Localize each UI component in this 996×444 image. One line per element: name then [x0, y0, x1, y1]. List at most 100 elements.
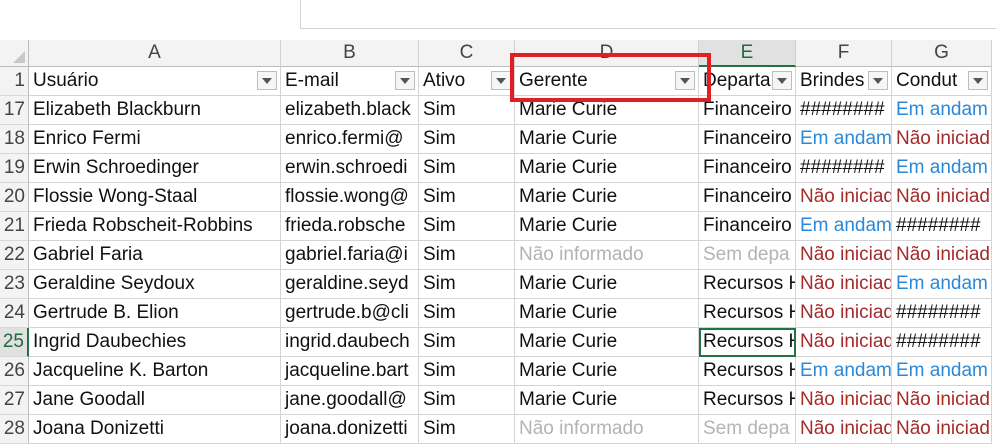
filter-dropdown-icon[interactable]	[968, 71, 988, 90]
header-cell-g[interactable]: Condut	[892, 67, 992, 96]
header-cell-e[interactable]: Departa	[699, 67, 796, 96]
row-header-22[interactable]: 22	[0, 241, 29, 270]
row-header-26[interactable]: 26	[0, 357, 29, 386]
cell-g20[interactable]: Não iniciad	[892, 183, 992, 212]
cell-b18[interactable]: enrico.fermi@	[281, 125, 419, 154]
cell-a21[interactable]: Frieda Robscheit-Robbins	[29, 212, 281, 241]
cell-f25[interactable]: Não iniciad	[796, 328, 892, 357]
row-header-24[interactable]: 24	[0, 299, 29, 328]
cell-b20[interactable]: flossie.wong@	[281, 183, 419, 212]
cell-a23[interactable]: Geraldine Seydoux	[29, 270, 281, 299]
cell-e18[interactable]: Financeiro	[699, 125, 796, 154]
cell-c23[interactable]: Sim	[419, 270, 515, 299]
cell-g23[interactable]: Em andam	[892, 270, 992, 299]
cell-a22[interactable]: Gabriel Faria	[29, 241, 281, 270]
cell-g25[interactable]: ########	[892, 328, 992, 357]
cell-d24[interactable]: Marie Curie	[515, 299, 699, 328]
cell-a20[interactable]: Flossie Wong-Staal	[29, 183, 281, 212]
cell-g21[interactable]: ########	[892, 212, 992, 241]
cell-c24[interactable]: Sim	[419, 299, 515, 328]
row-header-18[interactable]: 18	[0, 125, 29, 154]
column-header-g[interactable]: G	[892, 40, 992, 67]
row-header-23[interactable]: 23	[0, 270, 29, 299]
header-cell-f[interactable]: Brindes	[796, 67, 892, 96]
cell-b25[interactable]: ingrid.daubech	[281, 328, 419, 357]
row-header-25[interactable]: 25	[0, 328, 29, 357]
cell-b24[interactable]: gertrude.b@cli	[281, 299, 419, 328]
cell-a26[interactable]: Jacqueline K. Barton	[29, 357, 281, 386]
filter-dropdown-icon[interactable]	[395, 71, 415, 90]
cell-c27[interactable]: Sim	[419, 386, 515, 415]
cell-d21[interactable]: Marie Curie	[515, 212, 699, 241]
column-header-c[interactable]: C	[419, 40, 515, 67]
cell-g27[interactable]: Não iniciad	[892, 386, 992, 415]
cell-d25[interactable]: Marie Curie	[515, 328, 699, 357]
filter-dropdown-icon[interactable]	[868, 71, 888, 90]
cell-b17[interactable]: elizabeth.black	[281, 96, 419, 125]
cell-e24[interactable]: Recursos H	[699, 299, 796, 328]
cell-b19[interactable]: erwin.schroedi	[281, 154, 419, 183]
row-header-17[interactable]: 17	[0, 96, 29, 125]
cell-e22[interactable]: Sem depa	[699, 241, 796, 270]
cell-f20[interactable]: Não iniciad	[796, 183, 892, 212]
cell-c25[interactable]: Sim	[419, 328, 515, 357]
cell-f19[interactable]: ########	[796, 154, 892, 183]
cell-f27[interactable]: Não iniciad	[796, 386, 892, 415]
column-header-e[interactable]: E	[699, 40, 796, 67]
cell-d22[interactable]: Não informado	[515, 241, 699, 270]
cell-b21[interactable]: frieda.robsche	[281, 212, 419, 241]
cell-d28[interactable]: Não informado	[515, 415, 699, 444]
cell-a27[interactable]: Jane Goodall	[29, 386, 281, 415]
cell-a28[interactable]: Joana Donizetti	[29, 415, 281, 444]
header-cell-a[interactable]: Usuário	[29, 67, 281, 96]
cell-e26[interactable]: Recursos H	[699, 357, 796, 386]
cell-f23[interactable]: Não iniciad	[796, 270, 892, 299]
cell-f26[interactable]: Em andam	[796, 357, 892, 386]
cell-d19[interactable]: Marie Curie	[515, 154, 699, 183]
cell-e20[interactable]: Financeiro	[699, 183, 796, 212]
row-header-20[interactable]: 20	[0, 183, 29, 212]
cell-f21[interactable]: Em andam	[796, 212, 892, 241]
cell-b27[interactable]: jane.goodall@	[281, 386, 419, 415]
cell-c26[interactable]: Sim	[419, 357, 515, 386]
cell-e21[interactable]: Financeiro	[699, 212, 796, 241]
cell-c17[interactable]: Sim	[419, 96, 515, 125]
cell-g19[interactable]: Em andam	[892, 154, 992, 183]
row-header-19[interactable]: 19	[0, 154, 29, 183]
cell-c18[interactable]: Sim	[419, 125, 515, 154]
cell-g18[interactable]: Não iniciad	[892, 125, 992, 154]
cell-d23[interactable]: Marie Curie	[515, 270, 699, 299]
cell-g22[interactable]: Não iniciad	[892, 241, 992, 270]
cell-f18[interactable]: Em andam	[796, 125, 892, 154]
cell-a24[interactable]: Gertrude B. Elion	[29, 299, 281, 328]
column-header-a[interactable]: A	[29, 40, 281, 67]
cell-b23[interactable]: geraldine.seyd	[281, 270, 419, 299]
header-cell-b[interactable]: E-mail	[281, 67, 419, 96]
column-header-b[interactable]: B	[281, 40, 419, 67]
filter-dropdown-icon[interactable]	[491, 71, 511, 90]
cell-g28[interactable]: Não iniciad	[892, 415, 992, 444]
cell-c20[interactable]: Sim	[419, 183, 515, 212]
cell-c19[interactable]: Sim	[419, 154, 515, 183]
column-header-f[interactable]: F	[796, 40, 892, 67]
cell-g26[interactable]: Em andam	[892, 357, 992, 386]
row-header-27[interactable]: 27	[0, 386, 29, 415]
cell-a25[interactable]: Ingrid Daubechies	[29, 328, 281, 357]
cell-b22[interactable]: gabriel.faria@i	[281, 241, 419, 270]
cell-b26[interactable]: jacqueline.bart	[281, 357, 419, 386]
cell-f28[interactable]: Não iniciad	[796, 415, 892, 444]
cell-d20[interactable]: Marie Curie	[515, 183, 699, 212]
select-all-corner[interactable]	[0, 40, 29, 67]
cell-e17[interactable]: Financeiro	[699, 96, 796, 125]
cell-e27[interactable]: Recursos H	[699, 386, 796, 415]
formula-bar[interactable]	[300, 0, 996, 29]
filter-dropdown-icon[interactable]	[257, 71, 277, 90]
cell-e28[interactable]: Sem depa	[699, 415, 796, 444]
cell-b28[interactable]: joana.donizetti	[281, 415, 419, 444]
row-header-21[interactable]: 21	[0, 212, 29, 241]
header-cell-c[interactable]: Ativo	[419, 67, 515, 96]
filter-dropdown-icon[interactable]	[772, 71, 792, 90]
cell-g24[interactable]: ########	[892, 299, 992, 328]
cell-c22[interactable]: Sim	[419, 241, 515, 270]
cell-f22[interactable]: Não iniciad	[796, 241, 892, 270]
